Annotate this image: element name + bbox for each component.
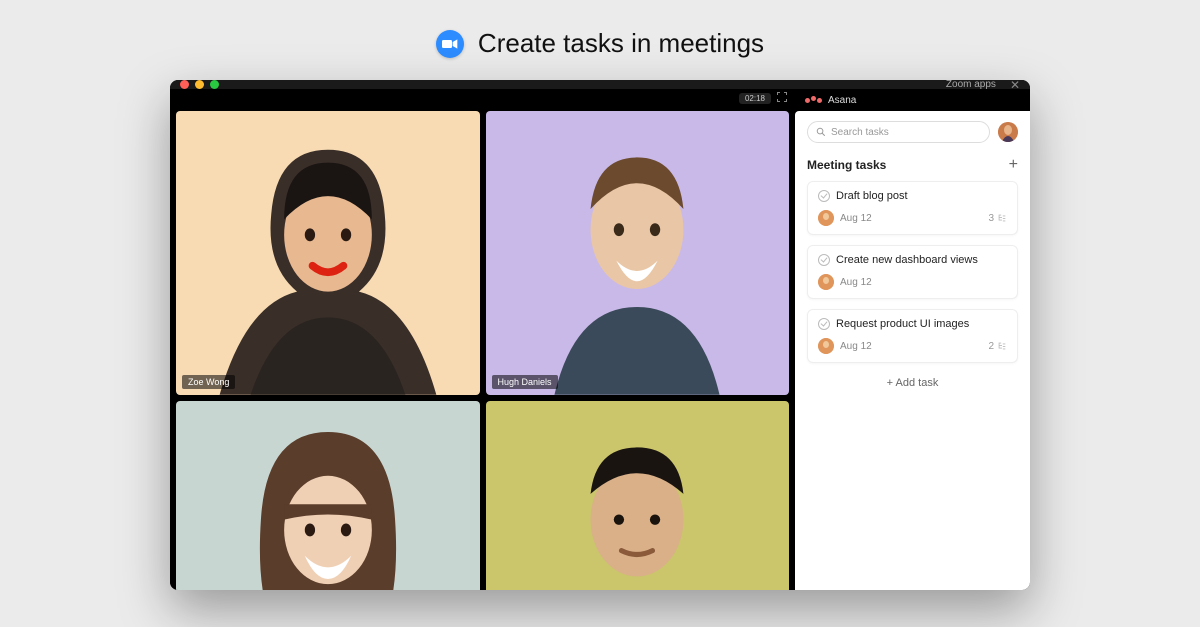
app-window: Zoom apps ✕ 02:18 [170, 80, 1030, 590]
complete-task-icon[interactable] [818, 190, 830, 202]
participant-figure [508, 401, 766, 590]
video-pane[interactable]: Jenny Forrest [176, 401, 480, 590]
zoom-logo-icon [436, 30, 464, 58]
subtask-icon [997, 213, 1007, 223]
task-card[interactable]: Draft blog post Aug 12 3 [807, 181, 1018, 235]
side-panel: Asana Search tasks Meeting tasks + [795, 89, 1030, 590]
titlebar-label: Zoom apps [946, 80, 996, 90]
task-card[interactable]: Create new dashboard views Aug 12 [807, 245, 1018, 299]
search-icon [816, 127, 826, 137]
participant-figure [199, 401, 457, 590]
assignee-avatar [818, 338, 834, 354]
panel-app-name: Asana [828, 95, 856, 106]
task-title: Create new dashboard views [836, 254, 978, 266]
search-placeholder: Search tasks [831, 127, 889, 138]
titlebar: Zoom apps ✕ [170, 80, 1030, 89]
participant-name: Zoe Wong [182, 375, 235, 389]
task-date: Aug 12 [840, 213, 872, 224]
subtask-icon [997, 341, 1007, 351]
add-section-icon[interactable]: + [1009, 157, 1018, 173]
video-area: 02:18 Zoe Wong [170, 89, 795, 590]
meeting-timer: 02:18 [739, 93, 771, 104]
panel-app-header: Asana [795, 89, 1030, 111]
task-date: Aug 12 [840, 277, 872, 288]
task-title: Request product UI images [836, 318, 969, 330]
close-panel-icon[interactable]: ✕ [1010, 80, 1020, 92]
close-window-icon[interactable] [180, 80, 189, 89]
hero-title: Create tasks in meetings [478, 28, 764, 59]
window-controls[interactable] [180, 80, 219, 89]
video-pane[interactable]: Dave Jung [486, 401, 790, 590]
task-date: Aug 12 [840, 341, 872, 352]
assignee-avatar [818, 210, 834, 226]
task-card[interactable]: Request product UI images Aug 12 2 [807, 309, 1018, 363]
participant-figure [508, 111, 766, 395]
participant-figure [199, 111, 457, 395]
complete-task-icon[interactable] [818, 318, 830, 330]
section-title: Meeting tasks [807, 158, 886, 172]
add-task-button[interactable]: + Add task [807, 377, 1018, 389]
search-input[interactable]: Search tasks [807, 121, 990, 143]
hero-banner: Create tasks in meetings [0, 28, 1200, 59]
assignee-avatar [818, 274, 834, 290]
task-title: Draft blog post [836, 190, 908, 202]
video-pane[interactable]: Hugh Daniels [486, 111, 790, 395]
asana-logo-icon [805, 98, 822, 103]
participant-name: Hugh Daniels [492, 375, 558, 389]
maximize-window-icon[interactable] [210, 80, 219, 89]
minimize-window-icon[interactable] [195, 80, 204, 89]
subtask-count: 2 [988, 341, 1007, 352]
fullscreen-icon[interactable] [777, 89, 787, 107]
subtask-count: 3 [988, 213, 1007, 224]
user-avatar[interactable] [998, 122, 1018, 142]
complete-task-icon[interactable] [818, 254, 830, 266]
video-pane[interactable]: Zoe Wong [176, 111, 480, 395]
